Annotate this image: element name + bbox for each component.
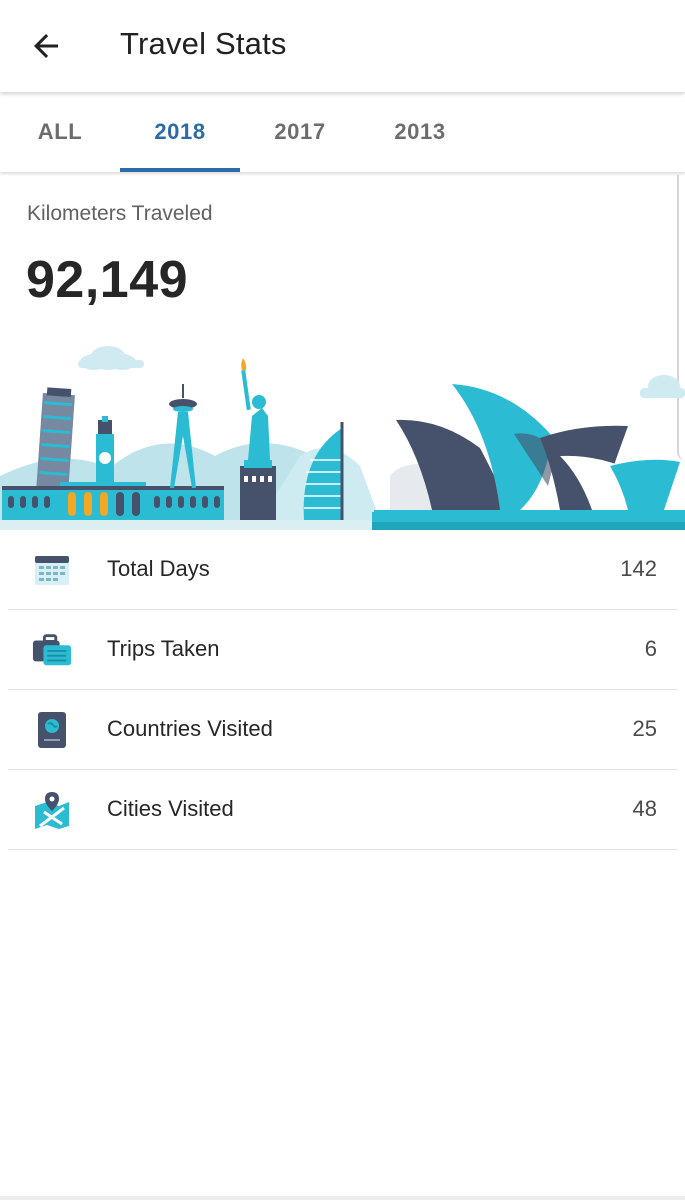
bottom-edge	[0, 1196, 685, 1200]
app-bar: Travel Stats	[0, 0, 685, 92]
tab-2018[interactable]: 2018	[120, 92, 240, 172]
map-pin-icon	[32, 790, 72, 830]
kilometers-value: 92,149	[26, 251, 189, 309]
active-tab-indicator	[120, 168, 240, 172]
stat-value: 142	[620, 556, 657, 581]
statue-of-liberty	[240, 358, 276, 520]
arrow-left-icon	[34, 34, 58, 58]
stat-row-trips-taken: Trips Taken 6	[8, 610, 677, 690]
calendar-icon	[32, 550, 72, 590]
skyline-illustration	[0, 346, 685, 530]
suitcase-icon	[32, 630, 72, 670]
stat-value: 48	[632, 796, 657, 821]
stat-value: 6	[644, 636, 657, 661]
sydney-opera-house	[372, 384, 685, 530]
tab-2017[interactable]: 2017	[240, 92, 360, 172]
stat-row-cities-visited: Cities Visited 48	[8, 770, 677, 850]
page-title: Travel Stats	[120, 26, 287, 61]
year-tabs: ALL 2018 2017 2013	[0, 92, 685, 172]
stat-value: 25	[632, 716, 657, 741]
tab-2013[interactable]: 2013	[360, 92, 480, 172]
stat-row-countries-visited: Countries Visited 25	[8, 690, 677, 770]
stat-label: Countries Visited	[107, 716, 273, 741]
clock-tower	[96, 416, 114, 488]
cloud-right	[640, 375, 685, 398]
back-button[interactable]	[22, 24, 70, 68]
passport-icon	[32, 710, 72, 750]
stat-row-total-days: Total Days 142	[8, 530, 677, 610]
travel-stats-screen: Travel Stats ALL 2018 2017 2013 Kilomete…	[0, 0, 685, 1200]
cloud-left	[78, 346, 144, 370]
stats-list: Total Days 142 Trips Taken 6 Countries V…	[0, 530, 685, 850]
tab-all[interactable]: ALL	[0, 92, 120, 172]
burj-al-arab	[303, 422, 344, 520]
palace-building	[2, 482, 224, 520]
stat-label: Cities Visited	[107, 796, 234, 821]
kilometers-label: Kilometers Traveled	[27, 202, 213, 225]
stat-label: Trips Taken	[107, 636, 220, 661]
stat-label: Total Days	[107, 556, 210, 581]
